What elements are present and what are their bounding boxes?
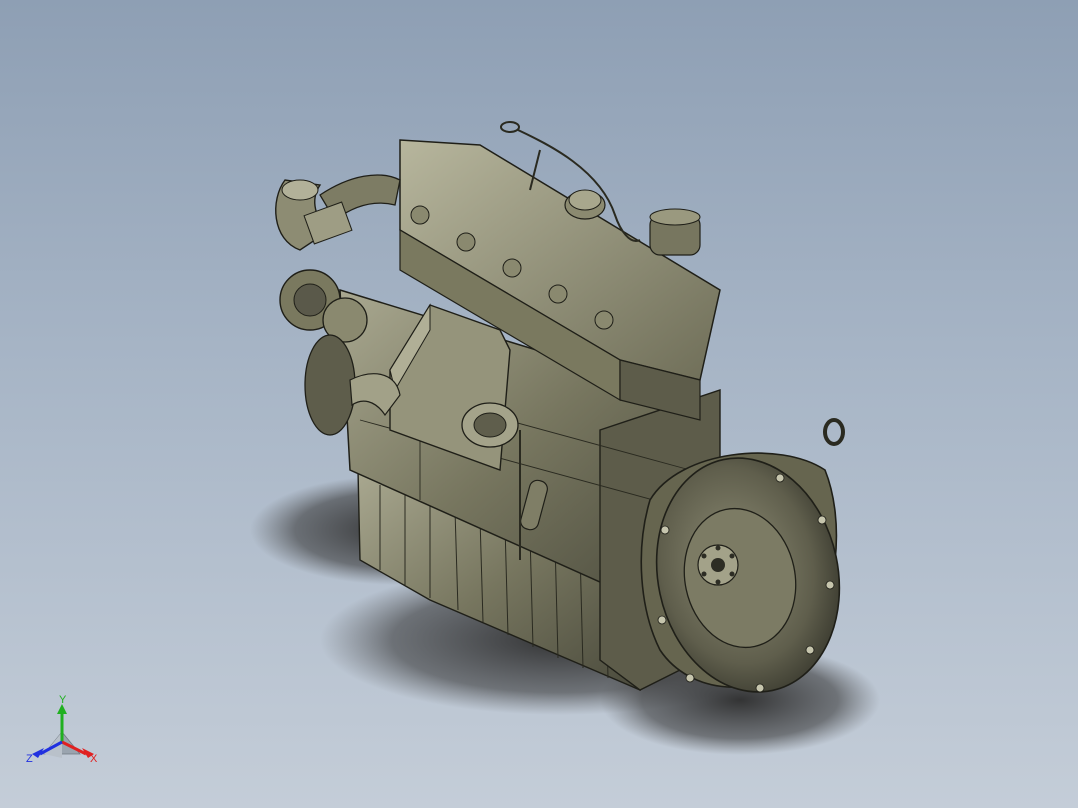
view-orientation-triad[interactable]: Y X Z: [22, 692, 112, 772]
x-axis-label: X: [90, 753, 98, 765]
flywheel-hub: [697, 544, 739, 586]
engine-model[interactable]: [0, 0, 1078, 808]
graphics-viewport[interactable]: Y X Z: [0, 0, 1078, 808]
intake-elbow[interactable]: [275, 174, 401, 251]
lifting-eye[interactable]: [823, 418, 845, 446]
oil-filler-cap[interactable]: [564, 189, 606, 220]
filter-housing[interactable]: [649, 208, 701, 256]
z-axis-label: Z: [26, 753, 33, 765]
y-axis-label: Y: [59, 694, 67, 706]
